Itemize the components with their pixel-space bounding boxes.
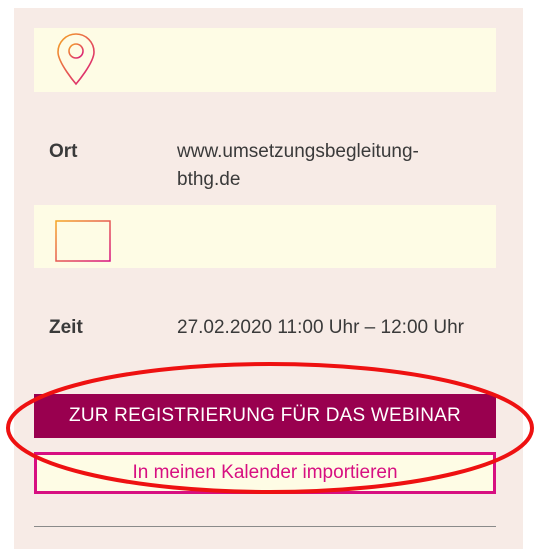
- register-webinar-button[interactable]: ZUR REGISTRIERUNG FÜR DAS WEBINAR: [34, 394, 496, 438]
- import-calendar-button[interactable]: In meinen Kalender importieren: [34, 452, 496, 494]
- section-divider: [34, 526, 496, 527]
- calendar-icon: [55, 216, 111, 262]
- location-label: Ort: [49, 141, 78, 162]
- time-label: Zeit: [49, 317, 83, 338]
- location-value: www.umsetzungsbegleitung-bthg.de: [177, 141, 419, 190]
- time-icon-band: [34, 205, 496, 268]
- map-pin-icon: [57, 33, 95, 86]
- time-value: 27.02.2020 11:00 Uhr – 12:00 Uhr: [177, 317, 464, 338]
- location-icon-band: [34, 28, 496, 92]
